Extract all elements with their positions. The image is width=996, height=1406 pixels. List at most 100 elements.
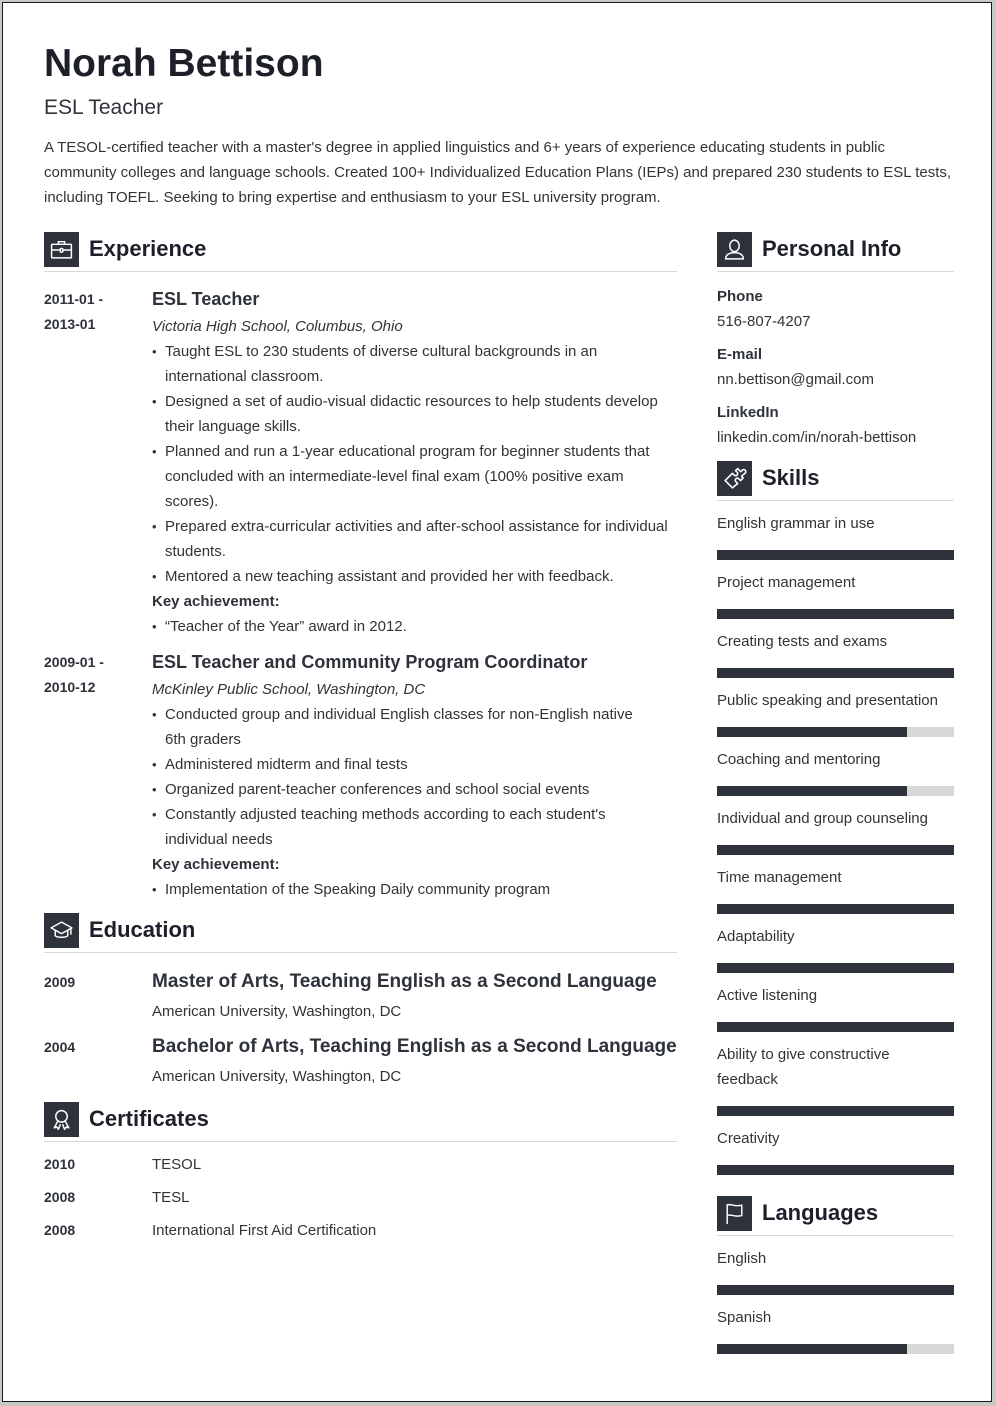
candidate-title: ESL Teacher: [44, 96, 164, 119]
language-item: English: [717, 1246, 954, 1295]
skill-item-level-fill: [717, 904, 954, 914]
skill-item: Project management: [717, 570, 954, 619]
school: American University, Washington, DC: [152, 1068, 402, 1085]
key-achievement-item: Implementation of the Speaking Daily com…: [152, 877, 677, 902]
job-org: Victoria High School, Columbus, Ohio: [152, 318, 403, 335]
date-end: 2013-01: [44, 316, 96, 332]
bullet-item: Conducted group and individual English c…: [152, 702, 637, 752]
section-title: Personal Info: [762, 236, 902, 261]
job-dates: 2011-01 - 2013-01: [44, 286, 152, 639]
skill-item-name: Ability to give constructive feedback: [717, 1046, 890, 1088]
bullet-item: Planned and run a 1-year educational pro…: [152, 439, 677, 514]
skill-item-name: Coaching and mentoring: [717, 751, 881, 768]
skill-item-level-bar: [717, 786, 954, 796]
email-value[interactable]: nn.bettison@gmail.com: [717, 367, 954, 392]
languages-list: English Spanish: [717, 1246, 954, 1354]
linkedin-value[interactable]: linkedin.com/in/norah-bettison: [717, 425, 954, 450]
job-role: ESL Teacher and Community Program Coordi…: [152, 652, 588, 672]
phone-value[interactable]: 516-807-4207: [717, 309, 954, 334]
section-title: Experience: [89, 236, 207, 261]
skill-item-name: Creativity: [717, 1130, 780, 1147]
user-icon: [717, 231, 752, 267]
education-section: Education 2009 Master of Arts, Teaching …: [44, 912, 677, 1089]
certificate-name: International First Aid Certification: [152, 1222, 377, 1239]
graduation-cap-icon: [44, 912, 79, 948]
skill-item: Coaching and mentoring: [717, 747, 954, 796]
skill-item: Individual and group counseling: [717, 806, 954, 855]
skills-list: English grammar in use Project management…: [717, 511, 954, 1175]
skill-item-name: Creating tests and exams: [717, 633, 888, 650]
certificate-entry: 2008 International First Aid Certificati…: [44, 1218, 677, 1243]
language-item-level-fill: [717, 1285, 954, 1295]
flag-icon: [717, 1195, 752, 1231]
skill-item: Time management: [717, 865, 954, 914]
skills-section: Skills English grammar in use Project man…: [717, 460, 954, 1175]
language-item-name: Spanish: [717, 1309, 772, 1326]
bullet-item: Administered midterm and final tests: [152, 752, 637, 777]
experience-heading: Experience: [44, 231, 677, 272]
skill-item-name: Public speaking and presentation: [717, 692, 938, 709]
skill-item-level-bar: [717, 904, 954, 914]
skill-item-name: Adaptability: [717, 928, 795, 945]
resume-header: Norah Bettison ESL Teacher A TESOL-certi…: [44, 41, 954, 210]
certificate-entry: 2008 TESL: [44, 1185, 677, 1210]
languages-heading: Languages: [717, 1195, 954, 1236]
skill-item-level-bar: [717, 1106, 954, 1116]
language-item-level-bar: [717, 1285, 954, 1295]
summary: A TESOL-certified teacher with a master'…: [44, 139, 952, 206]
skill-item-level-fill: [717, 786, 907, 796]
certificate-year: 2008: [44, 1189, 76, 1205]
skill-item-level-fill: [717, 1022, 954, 1032]
email-label: E-mail: [717, 346, 763, 363]
personal-info-heading: Personal Info: [717, 231, 954, 272]
experience-section: Experience 2011-01 - 2013-01 ESL Teacher…: [44, 231, 677, 902]
bullet-item: Organized parent-teacher conferences and…: [152, 777, 637, 802]
skill-item-level-bar: [717, 727, 954, 737]
skill-item-level-fill: [717, 845, 954, 855]
skill-item-name: English grammar in use: [717, 515, 875, 532]
languages-section: Languages English Spanish: [717, 1195, 954, 1354]
language-item-level-fill: [717, 1344, 907, 1354]
skill-item-level-bar: [717, 1165, 954, 1175]
bullet-item: Mentored a new teaching assistant and pr…: [152, 564, 677, 589]
language-item-name: English: [717, 1250, 767, 1267]
key-achievement-label: Key achievement:: [152, 856, 280, 873]
skill-item-level-bar: [717, 668, 954, 678]
job-bullets: Conducted group and individual English c…: [152, 702, 677, 852]
job-dates: 2009-01 - 2010-12: [44, 649, 152, 902]
education-year: 2009: [44, 974, 76, 990]
certificate-year: 2010: [44, 1156, 76, 1172]
section-title: Certificates: [89, 1106, 209, 1131]
date-end: 2010-12: [44, 679, 96, 695]
section-title: Skills: [762, 465, 820, 490]
education-entry: 2009 Master of Arts, Teaching English as…: [44, 969, 677, 1024]
skill-item-name: Individual and group counseling: [717, 810, 928, 827]
skill-item: Creating tests and exams: [717, 629, 954, 678]
bullet-item: Constantly adjusted teaching methods acc…: [152, 802, 637, 852]
puzzle-piece-icon: [717, 460, 752, 496]
left-column: Experience 2011-01 - 2013-01 ESL Teacher…: [44, 231, 677, 1243]
job-entry: 2011-01 - 2013-01 ESL Teacher Victoria H…: [44, 286, 677, 639]
skill-item-level-bar: [717, 609, 954, 619]
skill-item: Active listening: [717, 983, 954, 1032]
skill-item-level-bar: [717, 550, 954, 560]
certificate-name: TESOL: [152, 1156, 202, 1173]
skill-item-name: Active listening: [717, 987, 818, 1004]
skill-item-level-bar: [717, 1022, 954, 1032]
skills-heading: Skills: [717, 460, 954, 501]
key-achievement-label: Key achievement:: [152, 593, 280, 610]
job-org: McKinley Public School, Washington, DC: [152, 681, 426, 698]
resume-page: Norah Bettison ESL Teacher A TESOL-certi…: [2, 2, 992, 1402]
section-title: Education: [89, 917, 196, 942]
award-ribbon-icon: [44, 1101, 79, 1137]
skill-item-level-bar: [717, 845, 954, 855]
education-entry: 2004 Bachelor of Arts, Teaching English …: [44, 1034, 677, 1089]
key-achievement-item: “Teacher of the Year” award in 2012.: [152, 614, 677, 639]
certificate-entry: 2010 TESOL: [44, 1152, 677, 1177]
bullet-item: Taught ESL to 230 students of diverse cu…: [152, 339, 677, 389]
skill-item-level-fill: [717, 1165, 954, 1175]
skill-item-level-fill: [717, 550, 954, 560]
degree: Master of Arts, Teaching English as a Se…: [152, 971, 657, 992]
certificate-name: TESL: [152, 1189, 190, 1206]
skill-item-level-fill: [717, 963, 954, 973]
